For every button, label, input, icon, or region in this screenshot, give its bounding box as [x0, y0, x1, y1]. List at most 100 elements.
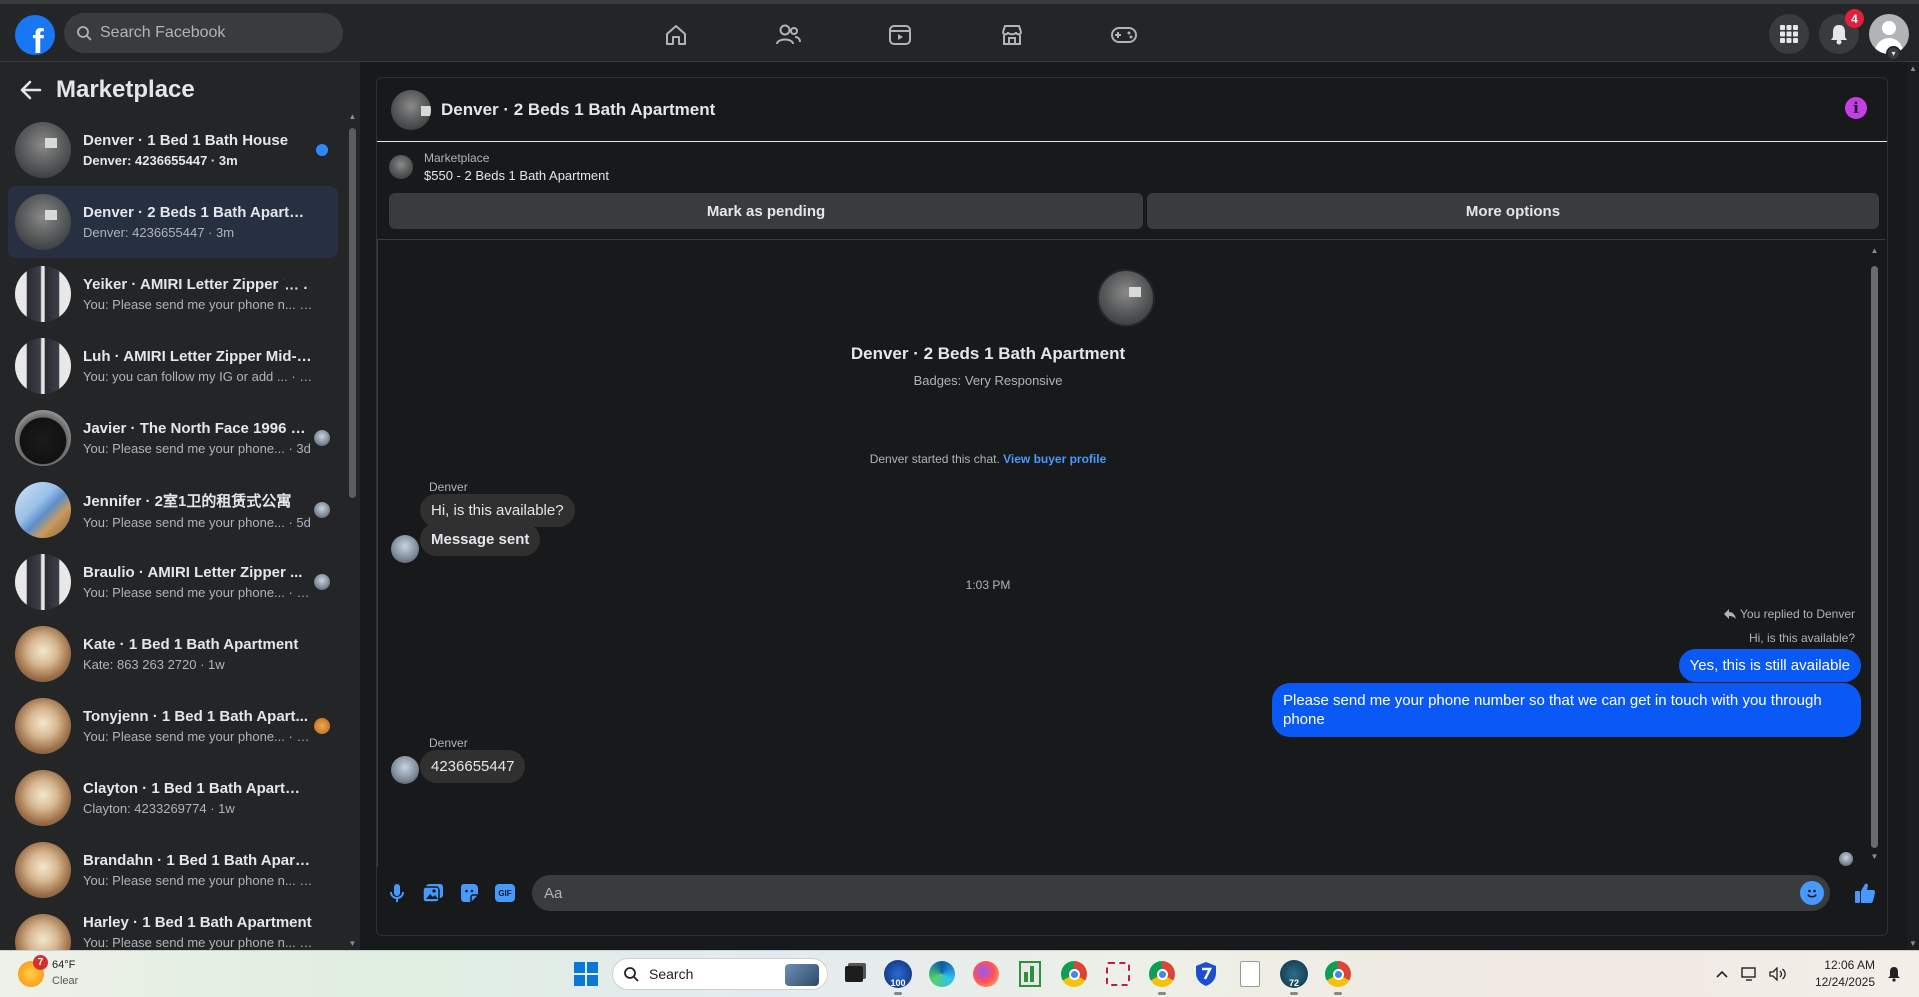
task-view-icon[interactable]	[836, 956, 872, 992]
grid-icon	[1780, 25, 1798, 43]
home-icon[interactable]	[620, 8, 732, 62]
outgoing-message[interactable]: Please send me your phone number so that…	[1272, 683, 1861, 737]
conversation-item[interactable]: Harley · 1 Bed 1 Bath Apartment You: Plea…	[8, 906, 338, 950]
conversation-item[interactable]: Clayton · 1 Bed 1 Bath Apartment Clayton:…	[8, 762, 338, 834]
scroll-down-icon[interactable]: ▼	[348, 939, 357, 948]
conversation-item[interactable]: Brandahn · 1 Bed 1 Bath Apartm... You: Pl…	[8, 834, 338, 906]
conversation-name: Kate · 1 Bed 1 Bath Apartment	[83, 636, 299, 653]
listing-avatar	[15, 698, 71, 754]
mark-pending-button[interactable]: Mark as pending	[389, 193, 1143, 229]
top-navigation-bar: f 4 ▾	[0, 0, 1919, 62]
seen-indicator-avatar	[1839, 852, 1853, 866]
app-badge-72: 72	[1288, 978, 1299, 988]
conversation-preview: You: Please send me your phone n... 1m	[83, 297, 313, 312]
scrollbar-thumb[interactable]	[349, 128, 356, 498]
network-icon[interactable]	[1741, 965, 1759, 983]
photo-icon[interactable]	[415, 875, 451, 911]
message-input[interactable]	[544, 884, 1764, 902]
conversation-item[interactable]: Kate · 1 Bed 1 Bath Apartment Kate: 863 2…	[8, 618, 338, 690]
sender-name: Denver	[429, 480, 468, 494]
weather-widget[interactable]: 7 64°F Clear	[18, 955, 79, 989]
weather-badge: 7	[33, 955, 48, 970]
scroll-up-icon[interactable]: ▲	[1870, 246, 1879, 255]
weather-condition: Clear	[52, 975, 79, 987]
conversation-item[interactable]: Denver · 1 Bed 1 Bath House Denver: 42366…	[8, 114, 338, 186]
outgoing-message[interactable]: Yes, this is still available	[1678, 649, 1861, 682]
conversation-item[interactable]: Javier · The North Face 1996 R... You: Pl…	[8, 402, 338, 474]
sender-avatar[interactable]	[391, 535, 419, 563]
listing-avatar	[15, 410, 71, 466]
conversation-name: Harley · 1 Bed 1 Bath Apartment	[83, 914, 312, 931]
more-options-button[interactable]: More options	[1147, 193, 1879, 229]
message-thread[interactable]: Denver · 2 Beds 1 Bath Apartment Badges:…	[377, 239, 1885, 867]
incoming-message[interactable]: 4236655447	[420, 750, 526, 783]
back-arrow-icon[interactable]	[20, 80, 42, 100]
listing-avatar	[15, 482, 71, 538]
thumbs-up-icon[interactable]	[1849, 877, 1881, 909]
conversation-item[interactable]: Braulio · AMIRI Letter Zipper ... You: Pl…	[8, 546, 338, 618]
notification-center-icon[interactable]	[1885, 965, 1903, 983]
scrollbar-thumb[interactable]	[1871, 266, 1878, 848]
chat-title[interactable]: Denver · 2 Beds 1 Bath Apartment	[441, 100, 715, 120]
search-icon	[624, 967, 639, 982]
system-clock[interactable]: 12:06 AM 12/24/2025	[1815, 957, 1875, 991]
chrome-profile-icon[interactable]	[1144, 956, 1180, 995]
reply-arrow-icon	[1724, 609, 1737, 619]
chevron-up-icon[interactable]	[1713, 965, 1731, 983]
shield-app-icon[interactable]	[1188, 956, 1224, 992]
conversation-item[interactable]: Tonyjenn · 1 Bed 1 Bath Apart... You: Ple…	[8, 690, 338, 762]
friends-icon[interactable]	[732, 8, 844, 62]
app-icon-72[interactable]: 72	[1276, 956, 1312, 995]
firefox-icon[interactable]	[968, 956, 1004, 992]
chat-avatar[interactable]	[391, 89, 431, 130]
chrome-secondary-icon[interactable]	[1320, 956, 1356, 995]
notifications-button[interactable]: 4	[1819, 9, 1864, 54]
microphone-icon[interactable]	[379, 875, 415, 911]
scroll-up-icon[interactable]: ▲	[1909, 64, 1917, 73]
edge-browser-icon[interactable]	[924, 956, 960, 992]
file-icon[interactable]	[1232, 956, 1268, 992]
bell-icon	[1831, 25, 1847, 45]
view-buyer-profile-link[interactable]: View buyer profile	[1003, 452, 1106, 466]
listing-avatar	[15, 914, 71, 950]
chevron-down-icon[interactable]: ▾	[1886, 46, 1901, 61]
system-tray: 12:06 AM 12/24/2025	[1713, 957, 1903, 991]
chrome-icon[interactable]	[1056, 956, 1092, 992]
listing-summary[interactable]: Marketplace $550 - 2 Beds 1 Bath Apartme…	[389, 151, 609, 183]
volume-icon[interactable]	[1769, 965, 1787, 983]
chat-started-note: Denver started this chat. View buyer pro…	[378, 452, 1598, 466]
sidebar-scrollbar[interactable]: ▲ ▼	[348, 112, 357, 948]
sender-avatar[interactable]	[391, 756, 419, 784]
emoji-icon[interactable]	[1800, 881, 1824, 905]
info-icon[interactable]: i	[1845, 97, 1867, 119]
seen-avatar	[314, 718, 330, 734]
facebook-logo[interactable]: f	[15, 15, 55, 55]
scroll-down-icon[interactable]: ▼	[1909, 939, 1917, 948]
listing-avatar	[15, 266, 71, 322]
windows-start-icon[interactable]	[568, 956, 604, 992]
more-options-icon[interactable]: ···	[280, 276, 304, 300]
sticker-icon[interactable]	[451, 875, 487, 911]
gaming-icon[interactable]	[1068, 8, 1180, 62]
watch-icon[interactable]	[844, 8, 956, 62]
spreadsheet-app-icon[interactable]	[1012, 956, 1048, 992]
gif-icon[interactable]: GIF	[487, 875, 523, 911]
thread-scrollbar[interactable]: ▲ ▼	[1870, 246, 1879, 861]
search-input[interactable]	[100, 24, 320, 42]
search-facebook[interactable]	[64, 13, 343, 53]
conversation-item[interactable]: Jennifer · 2室1卫的租赁式公寓 You: Please send me…	[8, 474, 338, 546]
page-scrollbar[interactable]: ▲ ▼	[1907, 62, 1919, 950]
conversation-item[interactable]: Luh · AMIRI Letter Zipper Mid-R... You: y…	[8, 330, 338, 402]
marketplace-icon[interactable]	[956, 8, 1068, 62]
conversation-item[interactable]: Yeiker · AMIRI Letter Zipper M... You: Pl…	[8, 258, 338, 330]
incoming-message[interactable]: Message sent	[420, 523, 541, 556]
app-icon-100[interactable]: 100	[880, 956, 916, 995]
taskbar-search[interactable]: Search	[612, 958, 828, 990]
scroll-down-icon[interactable]: ▼	[1870, 852, 1879, 861]
snipping-tool-icon[interactable]	[1100, 956, 1136, 992]
message-input-box[interactable]	[532, 875, 1830, 911]
listing-thumbnail	[389, 155, 413, 179]
conversation-item-active[interactable]: Denver · 2 Beds 1 Bath Apartment Denver: …	[8, 186, 338, 258]
menu-grid-button[interactable]	[1769, 14, 1809, 54]
scroll-up-icon[interactable]: ▲	[348, 112, 357, 121]
